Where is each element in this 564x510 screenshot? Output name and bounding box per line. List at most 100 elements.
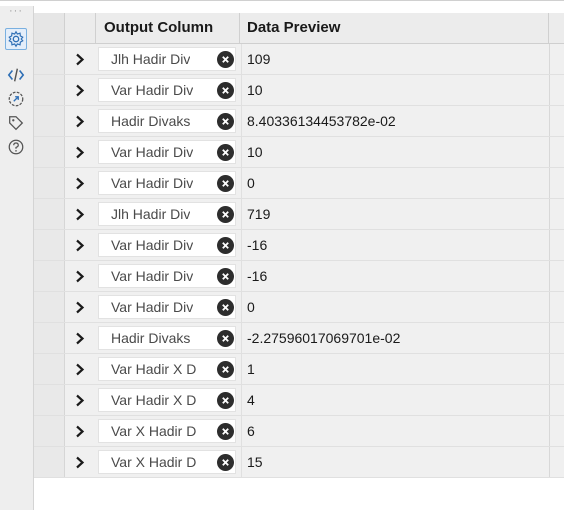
data-preview-value: 8.40336134453782e-02 bbox=[247, 113, 396, 129]
expand-chevron-icon[interactable] bbox=[65, 292, 95, 322]
cell-divider bbox=[241, 354, 242, 384]
cell-divider bbox=[241, 168, 242, 198]
expand-chevron-icon[interactable] bbox=[65, 137, 95, 167]
expand-chevron-icon[interactable] bbox=[65, 106, 95, 136]
table-row[interactable]: Var Hadir Div 10 bbox=[34, 75, 564, 106]
clear-x-icon[interactable] bbox=[217, 175, 234, 192]
output-column-header[interactable]: Output Column bbox=[96, 13, 240, 43]
output-column-name[interactable]: Var Hadir Div bbox=[98, 233, 236, 257]
top-border bbox=[0, 0, 564, 7]
table-row[interactable]: Jlh Hadir Div 719 bbox=[34, 199, 564, 230]
row-header[interactable] bbox=[34, 230, 65, 260]
data-preview-value: 6 bbox=[247, 423, 255, 439]
cell-divider bbox=[241, 416, 242, 446]
output-column-name[interactable]: Var Hadir X D bbox=[98, 357, 236, 381]
output-column-name[interactable]: Hadir Divaks bbox=[98, 109, 236, 133]
output-column-name[interactable]: Var Hadir X D bbox=[98, 388, 236, 412]
output-column-name-text: Jlh Hadir Div bbox=[111, 51, 191, 67]
code-icon[interactable] bbox=[5, 64, 27, 86]
data-preview-value: 4 bbox=[247, 392, 255, 408]
expand-chevron-icon[interactable] bbox=[65, 168, 95, 198]
output-column-name-text: Var Hadir X D bbox=[111, 361, 197, 377]
table-row[interactable]: Var Hadir Div 0 bbox=[34, 168, 564, 199]
clear-x-icon[interactable] bbox=[217, 299, 234, 316]
row-header[interactable] bbox=[34, 323, 65, 353]
clear-x-icon[interactable] bbox=[217, 113, 234, 130]
row-header-corner bbox=[34, 13, 65, 43]
table-row[interactable]: Var Hadir Div 0 bbox=[34, 292, 564, 323]
row-header[interactable] bbox=[34, 416, 65, 446]
share-arrow-icon[interactable] bbox=[5, 88, 27, 110]
cell-divider bbox=[549, 168, 550, 198]
row-header[interactable] bbox=[34, 354, 65, 384]
table-row[interactable]: Var Hadir X D 4 bbox=[34, 385, 564, 416]
output-column-name[interactable]: Var X Hadir D bbox=[98, 450, 236, 474]
row-header[interactable] bbox=[34, 385, 65, 415]
clear-x-icon[interactable] bbox=[217, 268, 234, 285]
clear-x-icon[interactable] bbox=[217, 330, 234, 347]
output-column-name[interactable]: Var Hadir Div bbox=[98, 295, 236, 319]
expand-chevron-icon[interactable] bbox=[65, 261, 95, 291]
data-preview-value: -16 bbox=[247, 237, 268, 253]
table-row[interactable]: Hadir Divaks 8.40336134453782e-02 bbox=[34, 106, 564, 137]
clear-x-icon[interactable] bbox=[217, 361, 234, 378]
sidebar: ··· bbox=[0, 6, 34, 510]
clear-x-icon[interactable] bbox=[217, 206, 234, 223]
expand-chevron-icon[interactable] bbox=[65, 385, 95, 415]
table-row[interactable]: Var Hadir X D 1 bbox=[34, 354, 564, 385]
expand-chevron-icon[interactable] bbox=[65, 230, 95, 260]
expand-chevron-icon[interactable] bbox=[65, 447, 95, 477]
expand-chevron-icon[interactable] bbox=[65, 354, 95, 384]
table-row[interactable]: Jlh Hadir Div 109 bbox=[34, 44, 564, 75]
row-header[interactable] bbox=[34, 199, 65, 229]
clear-x-icon[interactable] bbox=[217, 82, 234, 99]
more-dots-icon[interactable]: ··· bbox=[7, 6, 25, 17]
output-column-name[interactable]: Var Hadir Div bbox=[98, 78, 236, 102]
expand-chevron-icon[interactable] bbox=[65, 416, 95, 446]
table-row[interactable]: Var X Hadir D 15 bbox=[34, 447, 564, 478]
help-icon[interactable] bbox=[5, 136, 27, 158]
row-header[interactable] bbox=[34, 292, 65, 322]
clear-x-icon[interactable] bbox=[217, 237, 234, 254]
output-column-name[interactable]: Var Hadir Div bbox=[98, 171, 236, 195]
gear-icon[interactable] bbox=[5, 28, 27, 50]
row-header[interactable] bbox=[34, 168, 65, 198]
table-row[interactable]: Var Hadir Div -16 bbox=[34, 261, 564, 292]
row-header[interactable] bbox=[34, 44, 65, 74]
row-header[interactable] bbox=[34, 137, 65, 167]
row-header[interactable] bbox=[34, 447, 65, 477]
expand-chevron-icon[interactable] bbox=[65, 199, 95, 229]
row-header[interactable] bbox=[34, 75, 65, 105]
cell-divider bbox=[241, 261, 242, 291]
data-preview-header[interactable]: Data Preview bbox=[241, 13, 549, 43]
output-column-name-text: Var Hadir Div bbox=[111, 299, 194, 315]
expand-chevron-icon[interactable] bbox=[65, 323, 95, 353]
row-header[interactable] bbox=[34, 106, 65, 136]
output-column-name-text: Hadir Divaks bbox=[111, 113, 191, 129]
row-header[interactable] bbox=[34, 261, 65, 291]
clear-x-icon[interactable] bbox=[217, 144, 234, 161]
output-column-name-text: Var Hadir Div bbox=[111, 175, 194, 191]
cell-divider bbox=[549, 106, 550, 136]
expand-chevron-icon[interactable] bbox=[65, 75, 95, 105]
clear-x-icon[interactable] bbox=[217, 423, 234, 440]
output-column-name[interactable]: Var Hadir Div bbox=[98, 140, 236, 164]
expand-chevron-icon[interactable] bbox=[65, 44, 95, 74]
output-column-name[interactable]: Var Hadir Div bbox=[98, 264, 236, 288]
output-column-name[interactable]: Jlh Hadir Div bbox=[98, 202, 236, 226]
clear-x-icon[interactable] bbox=[217, 51, 234, 68]
table-row[interactable]: Var Hadir Div -16 bbox=[34, 230, 564, 261]
cell-divider bbox=[549, 292, 550, 322]
output-column-name[interactable]: Hadir Divaks bbox=[98, 326, 236, 350]
clear-x-icon[interactable] bbox=[217, 454, 234, 471]
clear-x-icon[interactable] bbox=[217, 392, 234, 409]
cell-divider bbox=[241, 292, 242, 322]
output-column-name[interactable]: Var X Hadir D bbox=[98, 419, 236, 443]
cell-divider bbox=[549, 447, 550, 477]
table-row[interactable]: Hadir Divaks -2.27596017069701e-02 bbox=[34, 323, 564, 354]
cell-divider bbox=[549, 261, 550, 291]
table-row[interactable]: Var X Hadir D 6 bbox=[34, 416, 564, 447]
table-row[interactable]: Var Hadir Div 10 bbox=[34, 137, 564, 168]
output-column-name[interactable]: Jlh Hadir Div bbox=[98, 47, 236, 71]
tag-icon[interactable] bbox=[5, 112, 27, 134]
